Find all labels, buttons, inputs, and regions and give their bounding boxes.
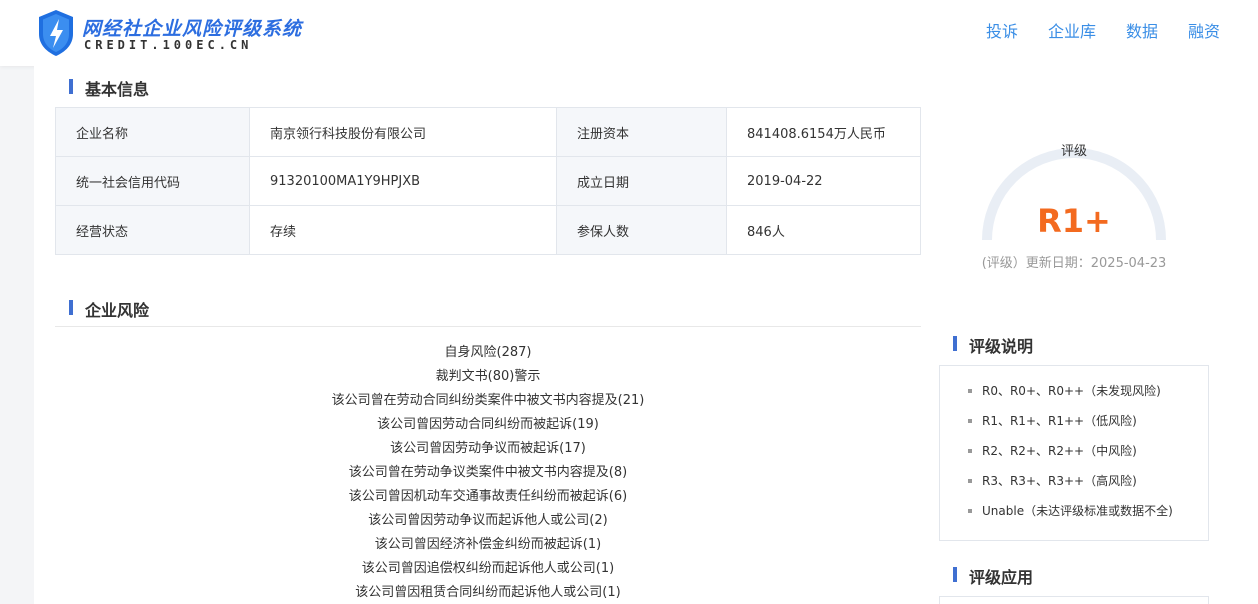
risk-item[interactable]: 该公司曾因追偿权纠纷而起诉他人或公司(1) — [55, 557, 921, 581]
site-header: 网经社企业风险评级系统 CREDIT.100EC.CN 投诉 企业库 数据 融资 — [0, 0, 1258, 66]
rating-update-date: (评级）更新日期：2025-04-23 — [981, 256, 1167, 271]
table-value: 存续 — [249, 205, 557, 255]
risk-title: 企业风险 — [69, 297, 149, 321]
rating-label: 评级 — [1060, 144, 1087, 159]
basic-info-title: 基本信息 — [69, 76, 149, 100]
risk-item[interactable]: 裁判文书(80)警示 — [55, 365, 921, 389]
table-row: 企业名称 南京领行科技股份有限公司 注册资本 841408.6154万人民币 — [55, 107, 921, 157]
list-item: R0、R0+、R0++（未发现风险) — [968, 382, 1208, 412]
table-value: 南京领行科技股份有限公司 — [249, 107, 557, 157]
list-item: R3、R3+、R3++（高风险) — [968, 472, 1208, 502]
risk-item[interactable]: 该公司曾因经济补偿金纠纷而被起诉(1) — [55, 533, 921, 557]
table-label: 注册资本 — [556, 107, 727, 157]
table-label: 统一社会信用代码 — [55, 156, 250, 206]
logo-subtitle: CREDIT.100EC.CN — [84, 38, 253, 52]
risk-item[interactable]: 该公司曾因劳动争议而被起诉(17) — [55, 437, 921, 461]
main-nav: 投诉 企业库 数据 融资 — [986, 18, 1220, 42]
rating-gauge: 评级 R1+ — [974, 102, 1174, 252]
nav-complaint[interactable]: 投诉 — [986, 18, 1018, 42]
table-label: 参保人数 — [556, 205, 727, 255]
rating-value: R1+ — [1037, 202, 1111, 240]
table-value: 2019-04-22 — [726, 156, 921, 206]
rating-desc-list: R0、R0+、R0++（未发现风险) R1、R1+、R1++（低风险) R2、R… — [940, 366, 1208, 532]
table-label: 企业名称 — [55, 107, 250, 157]
shield-lightning-icon — [39, 10, 73, 56]
main-content: 基本信息 企业名称 南京领行科技股份有限公司 注册资本 841408.6154万… — [34, 66, 1258, 604]
risk-item[interactable]: 该公司曾因机动车交通事故责任纠纷而被起诉(6) — [55, 485, 921, 509]
risk-list: 自身风险(287) 裁判文书(80)警示 该公司曾在劳动合同纠纷类案件中被文书内… — [55, 341, 921, 604]
rating-app-title: 评级应用 — [953, 564, 1033, 588]
list-item: R2、R2+、R2++（中风险) — [968, 442, 1208, 472]
list-item: Unable（未达评级标准或数据不全) — [968, 502, 1208, 532]
logo-text: 网经社企业风险评级系统 — [82, 18, 303, 40]
risk-item[interactable]: 该公司曾因劳动合同纠纷而被起诉(19) — [55, 413, 921, 437]
nav-company-library[interactable]: 企业库 — [1048, 18, 1096, 42]
table-value: 91320100MA1Y9HPJXB — [249, 156, 557, 206]
divider — [55, 326, 921, 327]
risk-item[interactable]: 自身风险(287) — [55, 341, 921, 365]
rating-desc-box: R0、R0+、R0++（未发现风险) R1、R1+、R1++（低风险) R2、R… — [939, 365, 1209, 541]
site-logo[interactable]: 网经社企业风险评级系统 CREDIT.100EC.CN — [36, 8, 301, 58]
table-value: 841408.6154万人民币 — [726, 107, 921, 157]
risk-item[interactable]: 该公司曾在劳动合同纠纷类案件中被文书内容提及(21) — [55, 389, 921, 413]
table-label: 经营状态 — [55, 205, 250, 255]
rating-desc-title: 评级说明 — [953, 333, 1033, 357]
risk-item[interactable]: 该公司曾因劳动争议而起诉他人或公司(2) — [55, 509, 921, 533]
risk-item[interactable]: 该公司曾在劳动争议类案件中被文书内容提及(8) — [55, 461, 921, 485]
nav-data[interactable]: 数据 — [1126, 18, 1158, 42]
nav-financing[interactable]: 融资 — [1188, 18, 1220, 42]
table-row: 统一社会信用代码 91320100MA1Y9HPJXB 成立日期 2019-04… — [55, 156, 921, 206]
risk-item[interactable]: 该公司曾因租赁合同纠纷而起诉他人或公司(1) — [55, 581, 921, 604]
table-row: 经营状态 存续 参保人数 846人 — [55, 205, 921, 255]
basic-info-table: 企业名称 南京领行科技股份有限公司 注册资本 841408.6154万人民币 统… — [55, 107, 921, 255]
table-value: 846人 — [726, 205, 921, 255]
rating-app-box — [939, 596, 1209, 604]
list-item: R1、R1+、R1++（低风险) — [968, 412, 1208, 442]
table-label: 成立日期 — [556, 156, 727, 206]
